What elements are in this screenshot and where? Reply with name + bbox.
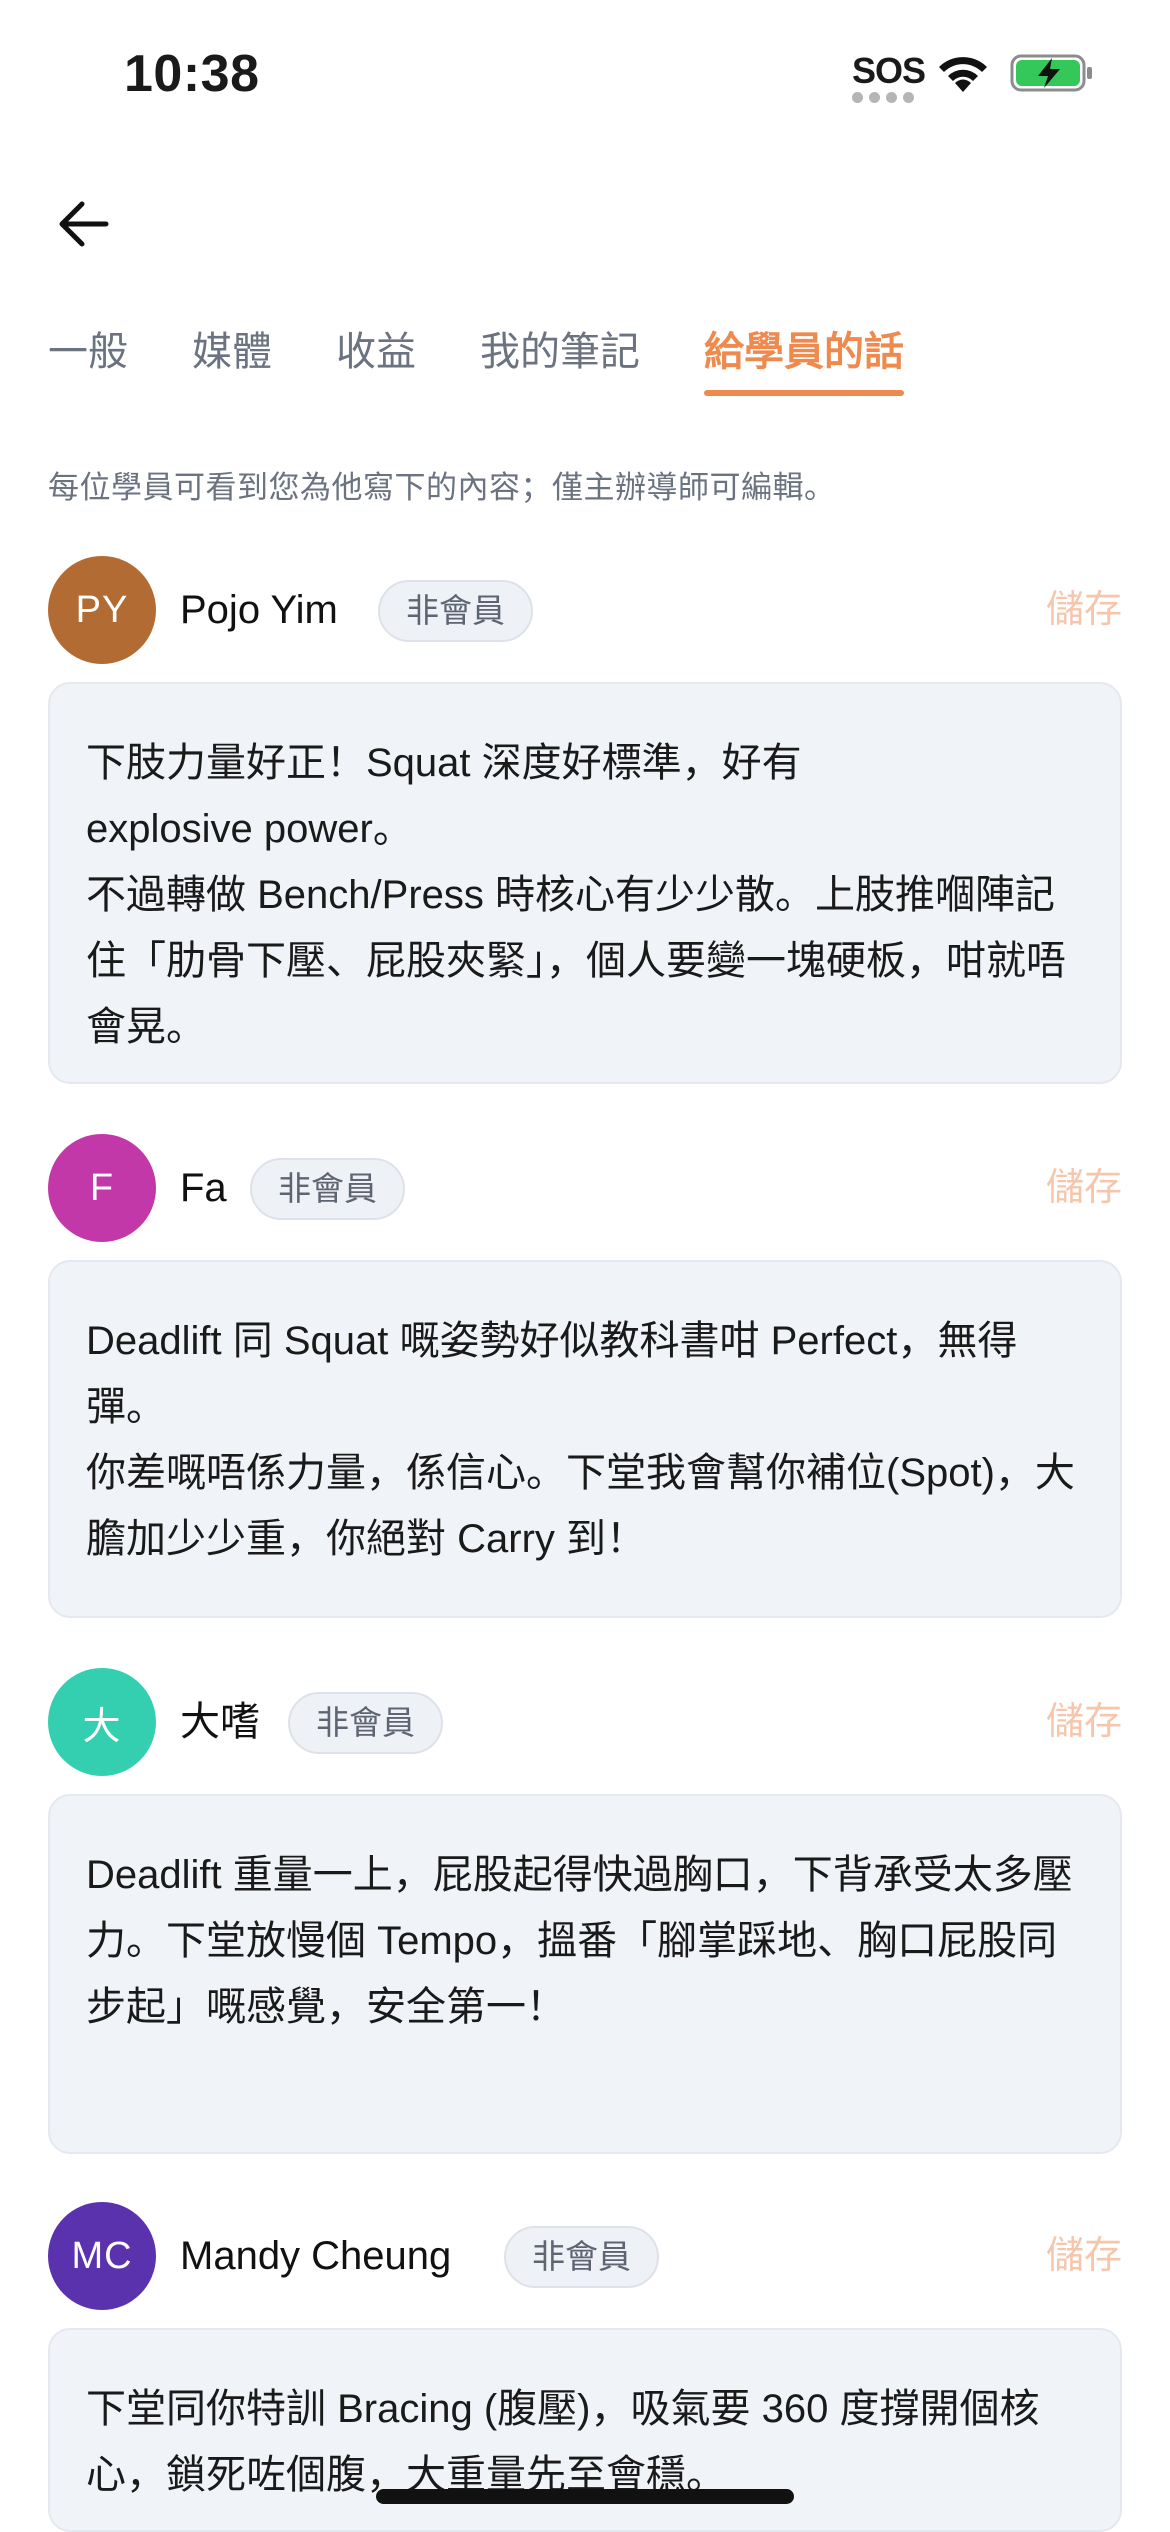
tab-general[interactable]: 一般 <box>48 320 128 400</box>
note-textarea[interactable]: Deadlift 重量一上，屁股起得快過胸口，下背承受太多壓力。下堂放慢個 Te… <box>48 1794 1122 2154</box>
member-status-badge: 非會員 <box>504 2226 659 2288</box>
tab-bar: 一般 媒體 收益 我的筆記 給學員的話 <box>48 320 968 400</box>
save-button[interactable]: 儲存 <box>1046 1696 1122 1748</box>
arrow-left-icon <box>59 201 109 247</box>
status-bar: 10:38 SOS <box>0 0 1170 150</box>
save-button[interactable]: 儲存 <box>1046 2230 1122 2282</box>
student-header: 大 大嗜 非會員 儲存 <box>48 1668 1122 1776</box>
student-header: MC Mandy Cheung 非會員 儲存 <box>48 2202 1122 2310</box>
save-button[interactable]: 儲存 <box>1046 1162 1122 1214</box>
avatar: PY <box>48 556 156 664</box>
avatar: MC <box>48 2202 156 2310</box>
sos-indicator: SOS <box>852 50 926 91</box>
battery-charging-icon <box>1010 54 1092 92</box>
member-status-badge: 非會員 <box>250 1158 405 1220</box>
tab-my-notes[interactable]: 我的筆記 <box>480 320 640 400</box>
student-name: Fa <box>180 1166 227 1210</box>
student-name: Mandy Cheung <box>180 2234 452 2278</box>
student-header: F Fa 非會員 儲存 <box>48 1134 1122 1242</box>
tab-media[interactable]: 媒體 <box>192 320 272 400</box>
save-button[interactable]: 儲存 <box>1046 584 1122 636</box>
student-header: PY Pojo Yim 非會員 儲存 <box>48 556 1122 664</box>
hint-text: 每位學員可看到您為他寫下的內容；僅主辦導師可編輯。 <box>48 470 836 505</box>
signal-dots-icon <box>852 92 914 103</box>
wifi-icon <box>939 57 987 92</box>
student-name: 大嗜 <box>180 1700 260 1744</box>
member-status-badge: 非會員 <box>378 580 533 642</box>
student-notes-screen: 10:38 SOS 一般 媒體 收益 我的筆記 給學員的話 每位學員可看到您為他… <box>0 0 1170 2532</box>
tab-notes-to-students[interactable]: 給學員的話 <box>704 320 904 400</box>
student-name: Pojo Yim <box>180 588 338 632</box>
avatar: 大 <box>48 1668 156 1776</box>
note-textarea[interactable]: Deadlift 同 Squat 嘅姿勢好似教科書咁 Perfect，無得彈。 … <box>48 1260 1122 1618</box>
note-textarea[interactable]: 下肢力量好正！Squat 深度好標準，好有 explosive power。 不… <box>48 682 1122 1084</box>
back-button[interactable] <box>48 188 120 260</box>
status-time: 10:38 <box>124 45 260 103</box>
avatar: F <box>48 1134 156 1242</box>
tab-earnings[interactable]: 收益 <box>336 320 416 400</box>
member-status-badge: 非會員 <box>288 1692 443 1754</box>
home-indicator <box>376 2489 794 2504</box>
